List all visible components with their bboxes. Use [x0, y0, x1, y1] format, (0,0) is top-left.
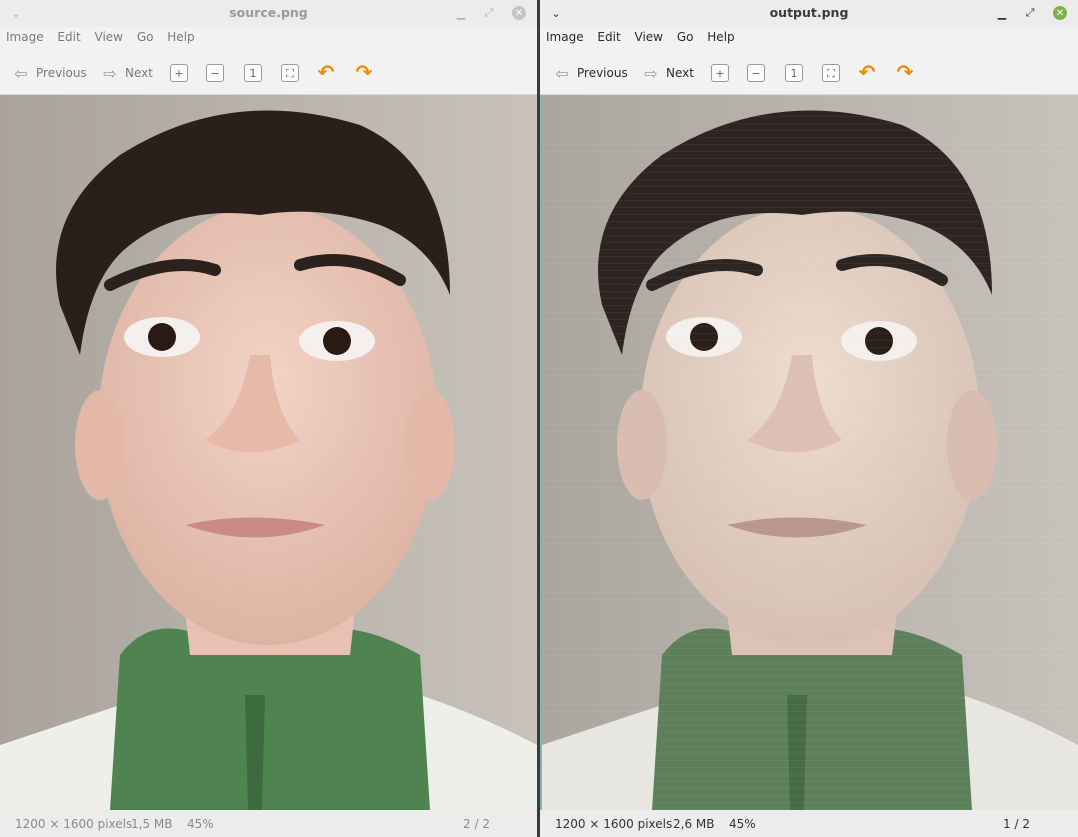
zoom-fit-icon[interactable]: ⛶	[822, 64, 840, 82]
arrow-left-icon: ⇦	[555, 63, 569, 83]
next-label: Next	[666, 66, 694, 80]
previous-button[interactable]: ⇦ Previous	[551, 62, 628, 84]
zoom-normal-icon[interactable]: 1	[244, 64, 262, 82]
zoom-out-icon[interactable]: −	[206, 64, 224, 82]
next-label: Next	[125, 66, 153, 80]
menu-image[interactable]: Image	[540, 27, 588, 44]
status-file-size: 2,6 MB	[673, 817, 715, 831]
status-zoom: 45%	[729, 817, 756, 831]
menu-help[interactable]: Help	[161, 27, 198, 44]
zoom-in-icon[interactable]: +	[170, 64, 188, 82]
toolbar: ⇦ Previous ⇨ Next + − 1 ⛶ ↶ ↷	[540, 50, 1078, 95]
minimize-icon[interactable]: ▁	[453, 5, 469, 21]
arrow-right-icon: ⇨	[103, 63, 117, 83]
close-icon: ✕	[1053, 6, 1067, 20]
previous-label: Previous	[577, 66, 628, 80]
next-button[interactable]: ⇨ Next	[640, 62, 694, 84]
image-viewer-window-output[interactable]: ⌄ output.png ▁ ⤢ ✕ Image Edit View Go He…	[540, 0, 1078, 837]
close-icon: ✕	[512, 6, 526, 20]
rotate-left-icon[interactable]: ↶	[856, 60, 878, 84]
toolbar: ⇦ Previous ⇨ Next + − 1 ⛶ ↶ ↷	[0, 50, 537, 95]
maximize-icon[interactable]: ⤢	[1022, 5, 1038, 21]
menu-help[interactable]: Help	[701, 27, 738, 44]
status-file-size: 1,5 MB	[131, 817, 173, 831]
close-button[interactable]: ✕	[1052, 5, 1068, 21]
zoom-out-icon[interactable]: −	[747, 64, 765, 82]
status-dimensions: 1200 × 1600 pixels	[15, 817, 133, 831]
menu-edit[interactable]: Edit	[51, 27, 84, 44]
image-viewer-window-source[interactable]: ⌄ source.png ▁ ⤢ ✕ Image Edit View Go He…	[0, 0, 537, 837]
minimize-icon[interactable]: ▁	[994, 5, 1010, 21]
status-zoom: 45%	[187, 817, 214, 831]
menu-view[interactable]: View	[629, 27, 667, 44]
image-viewport[interactable]	[540, 95, 1078, 810]
next-button[interactable]: ⇨ Next	[99, 62, 153, 84]
arrow-left-icon: ⇦	[14, 63, 28, 83]
title-bar[interactable]: ⌄ output.png ▁ ⤢ ✕	[540, 0, 1078, 27]
menu-go[interactable]: Go	[131, 27, 158, 44]
menu-view[interactable]: View	[89, 27, 127, 44]
close-button[interactable]: ✕	[511, 5, 527, 21]
menu-bar: Image Edit View Go Help	[0, 27, 537, 49]
status-dimensions: 1200 × 1600 pixels	[555, 817, 673, 831]
status-bar: 1200 × 1600 pixels 1,5 MB 45% 2 / 2	[0, 810, 537, 837]
previous-label: Previous	[36, 66, 87, 80]
status-page: 2 / 2	[463, 817, 490, 831]
menu-go[interactable]: Go	[671, 27, 698, 44]
previous-button[interactable]: ⇦ Previous	[10, 62, 87, 84]
rotate-right-icon[interactable]: ↷	[894, 60, 916, 84]
zoom-normal-icon[interactable]: 1	[785, 64, 803, 82]
scanline-overlay	[542, 95, 1078, 810]
image-viewport[interactable]	[0, 95, 537, 810]
status-bar: 1200 × 1600 pixels 2,6 MB 45% 1 / 2	[540, 810, 1078, 837]
menu-image[interactable]: Image	[0, 27, 48, 44]
status-page: 1 / 2	[1003, 817, 1030, 831]
zoom-fit-icon[interactable]: ⛶	[281, 64, 299, 82]
menu-bar: Image Edit View Go Help	[540, 27, 1078, 49]
zoom-in-icon[interactable]: +	[711, 64, 729, 82]
maximize-icon[interactable]: ⤢	[481, 5, 497, 21]
portrait-image	[0, 95, 537, 810]
menu-edit[interactable]: Edit	[591, 27, 624, 44]
rotate-left-icon[interactable]: ↶	[315, 60, 337, 84]
rotate-right-icon[interactable]: ↷	[353, 60, 375, 84]
arrow-right-icon: ⇨	[644, 63, 658, 83]
title-bar[interactable]: ⌄ source.png ▁ ⤢ ✕	[0, 0, 537, 27]
